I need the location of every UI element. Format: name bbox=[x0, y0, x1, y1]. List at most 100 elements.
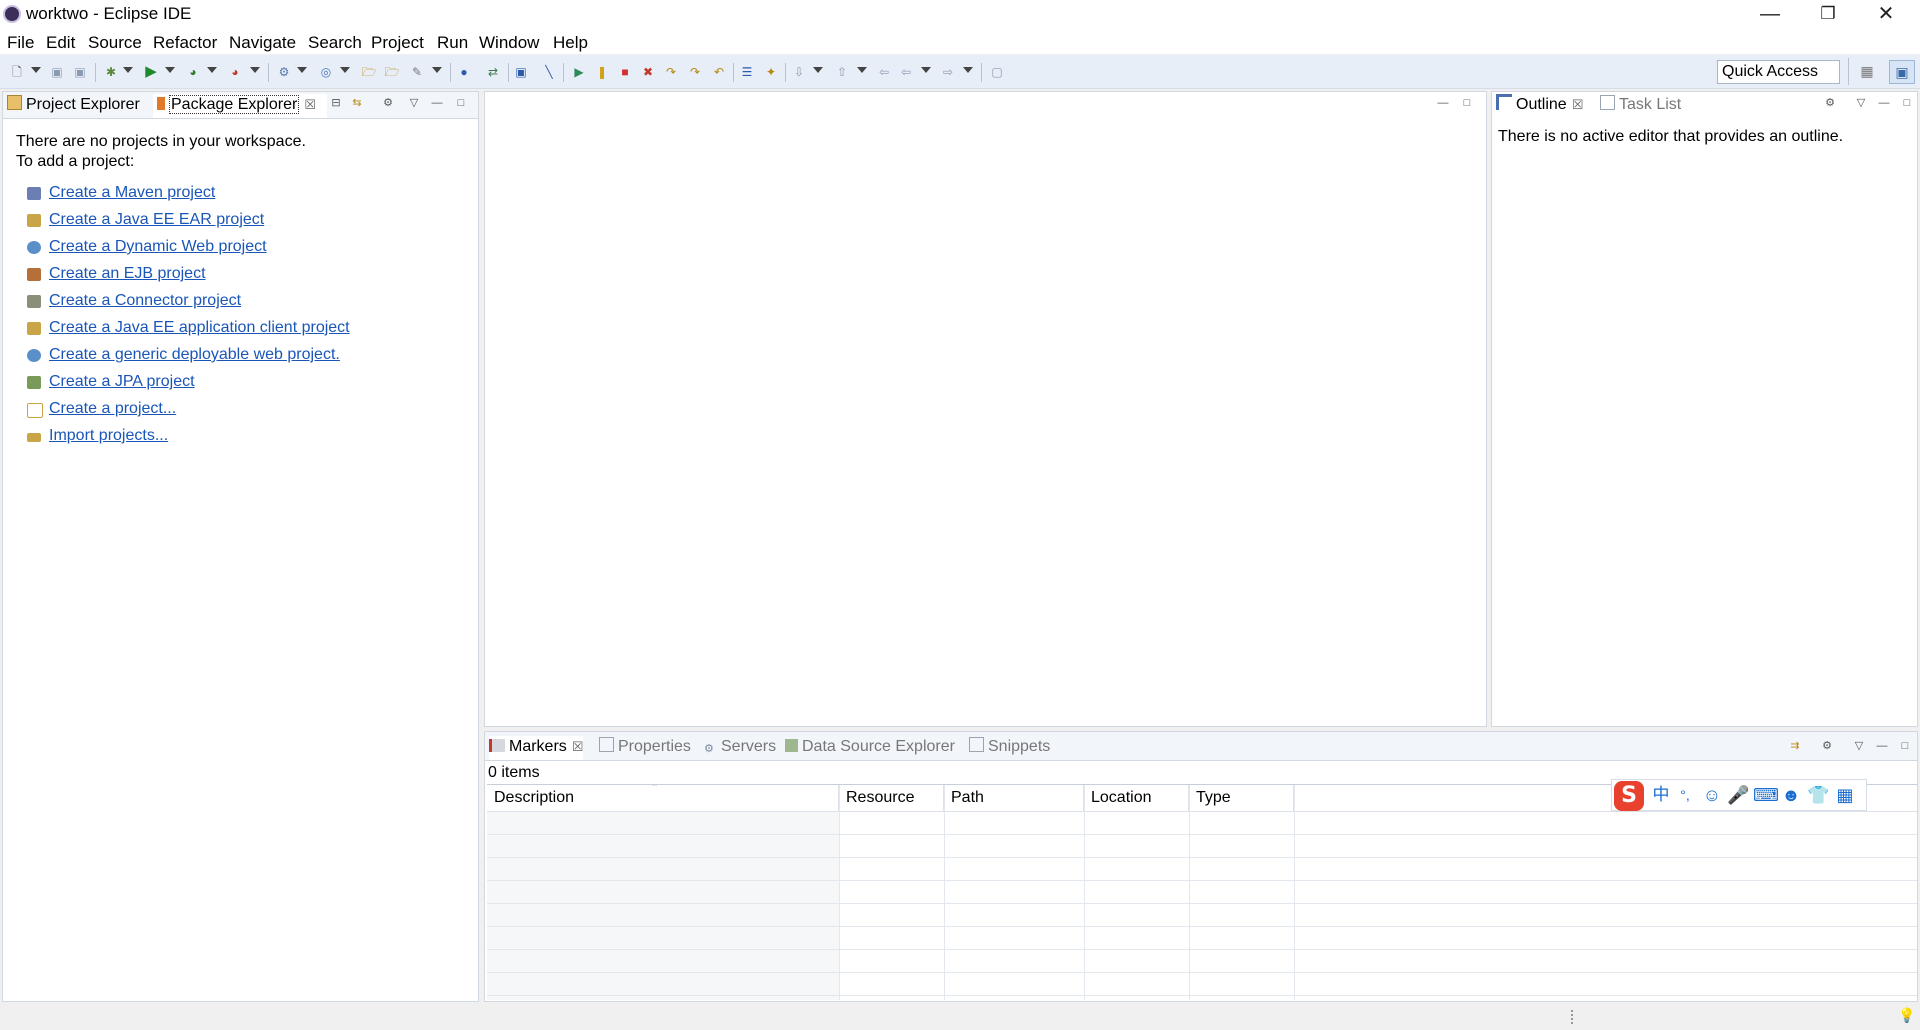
menu-search[interactable]: Search bbox=[308, 33, 362, 53]
step-return-icon[interactable]: ↶ bbox=[711, 64, 727, 80]
new-java-class-dropdown-icon[interactable] bbox=[340, 67, 350, 73]
view-menu-icon[interactable]: ▽ bbox=[1852, 739, 1866, 753]
next-annotation-dropdown-icon[interactable] bbox=[813, 67, 823, 73]
tab-task-list[interactable]: Task List bbox=[1600, 94, 1681, 118]
step-into-icon[interactable]: ↷ bbox=[663, 64, 679, 80]
link-with-editor-icon[interactable]: ⇆ bbox=[350, 96, 364, 110]
coverage-icon[interactable]: ◕ bbox=[185, 64, 201, 80]
focus-on-active-task-icon[interactable]: ⇉ bbox=[1788, 739, 1802, 753]
skin-icon[interactable]: 👕 bbox=[1807, 784, 1829, 806]
maximize-view-icon[interactable]: □ bbox=[454, 96, 468, 110]
resume-icon[interactable]: ▶ bbox=[571, 64, 587, 80]
pin-editor-icon[interactable]: ▢ bbox=[989, 64, 1005, 80]
new-server-icon[interactable]: ⚙ bbox=[276, 64, 292, 80]
quick-access-input[interactable]: Quick Access bbox=[1717, 60, 1840, 84]
menu-help[interactable]: Help bbox=[553, 33, 588, 53]
column-path[interactable]: Path bbox=[944, 785, 1084, 811]
coverage-dropdown-icon[interactable] bbox=[207, 67, 217, 73]
new-dropdown-icon[interactable] bbox=[31, 67, 41, 73]
save-icon[interactable]: ▣ bbox=[49, 64, 65, 80]
menu-source[interactable]: Source bbox=[88, 33, 142, 53]
next-annotation-icon[interactable]: ⇩ bbox=[791, 64, 807, 80]
tab-snippets[interactable]: Snippets bbox=[969, 736, 1050, 760]
menu-project[interactable]: Project bbox=[371, 33, 424, 53]
minimize-view-icon[interactable]: — bbox=[1877, 96, 1891, 110]
suspend-icon[interactable]: ❚ bbox=[594, 64, 610, 80]
microphone-icon[interactable]: 🎤 bbox=[1727, 784, 1749, 806]
previous-annotation-dropdown-icon[interactable] bbox=[857, 67, 867, 73]
open-type-icon[interactable]: 🗁 bbox=[361, 64, 377, 80]
open-perspective-icon[interactable]: ▦ bbox=[1858, 63, 1876, 81]
toggle-annotation-icon[interactable]: ☰ bbox=[739, 64, 755, 80]
menu-refactor[interactable]: Refactor bbox=[153, 33, 217, 53]
close-tab-icon[interactable]: ☒ bbox=[304, 94, 316, 116]
debug-dropdown-icon[interactable] bbox=[123, 67, 133, 73]
last-edit-location-icon[interactable]: ⇦ bbox=[876, 64, 892, 80]
step-over-icon[interactable]: ↷ bbox=[687, 64, 703, 80]
restore-button[interactable]: ❐ bbox=[1799, 0, 1857, 30]
back-dropdown-icon[interactable] bbox=[921, 67, 931, 73]
ime-language-toggle[interactable]: 中 bbox=[1650, 784, 1672, 806]
menu-window[interactable]: Window bbox=[479, 33, 539, 53]
browser-icon[interactable]: ● bbox=[456, 64, 472, 80]
forward-icon[interactable]: ⇨ bbox=[940, 64, 956, 80]
debug-icon[interactable]: ✱ bbox=[103, 64, 119, 80]
skip-breakpoints-icon[interactable]: ╲ bbox=[541, 64, 557, 80]
minimize-view-icon[interactable]: — bbox=[1875, 739, 1889, 753]
search-dropdown-icon[interactable] bbox=[432, 67, 442, 73]
tab-properties[interactable]: Properties bbox=[599, 736, 691, 760]
external-tools-dropdown-icon[interactable] bbox=[250, 67, 260, 73]
create-app-client-project-link[interactable]: Create a Java EE application client proj… bbox=[49, 319, 350, 337]
create-maven-project-link[interactable]: Create a Maven project bbox=[49, 184, 215, 202]
create-dynamic-web-project-link[interactable]: Create a Dynamic Web project bbox=[49, 238, 267, 256]
new-server-dropdown-icon[interactable] bbox=[297, 67, 307, 73]
outline-filter-icon[interactable]: ⚙ bbox=[1823, 96, 1837, 110]
create-ear-project-link[interactable]: Create a Java EE EAR project bbox=[49, 211, 264, 229]
menu-run[interactable]: Run bbox=[437, 33, 468, 53]
column-description[interactable]: Description bbox=[487, 785, 839, 811]
close-window-button[interactable]: ✕ bbox=[1857, 0, 1915, 30]
minimize-button[interactable]: — bbox=[1741, 0, 1799, 30]
keyboard-icon[interactable]: ⌨ bbox=[1753, 784, 1779, 806]
column-location[interactable]: Location bbox=[1084, 785, 1189, 811]
tab-outline[interactable]: Outline ☒ bbox=[1496, 94, 1584, 118]
close-tab-icon[interactable]: ☒ bbox=[572, 736, 584, 758]
create-connector-project-link[interactable]: Create a Connector project bbox=[49, 292, 241, 310]
forward-dropdown-icon[interactable] bbox=[963, 67, 973, 73]
column-type[interactable]: Type bbox=[1189, 785, 1294, 811]
emoji-icon[interactable]: ☺ bbox=[1701, 784, 1723, 806]
column-resource[interactable]: Resource bbox=[839, 785, 944, 811]
tab-markers[interactable]: Markers ☒ bbox=[489, 736, 584, 760]
view-menu-icon[interactable]: ▽ bbox=[407, 96, 421, 110]
create-project-link[interactable]: Create a project... bbox=[49, 400, 176, 418]
create-jpa-project-link[interactable]: Create a JPA project bbox=[49, 373, 195, 391]
save-all-icon[interactable]: ▣ bbox=[72, 64, 88, 80]
close-tab-icon[interactable]: ☒ bbox=[1572, 94, 1584, 116]
import-projects-link[interactable]: Import projects... bbox=[49, 427, 168, 445]
run-dropdown-icon[interactable] bbox=[165, 67, 175, 73]
run-icon[interactable]: ▶ bbox=[143, 64, 159, 80]
maximize-editor-icon[interactable]: □ bbox=[1460, 96, 1474, 110]
toolbox-icon[interactable]: ▦ bbox=[1834, 784, 1856, 806]
view-menu-icon[interactable]: ▽ bbox=[1854, 96, 1868, 110]
previous-annotation-icon[interactable]: ⇧ bbox=[834, 64, 850, 80]
ime-punctuation-toggle[interactable]: °, bbox=[1674, 784, 1696, 806]
console-icon[interactable]: ▣ bbox=[513, 64, 529, 80]
lightbulb-icon[interactable]: 💡 bbox=[1898, 1007, 1915, 1024]
tab-servers[interactable]: ⚙ Servers bbox=[704, 736, 776, 760]
tab-package-explorer[interactable]: Package Explorer ☒ bbox=[153, 94, 327, 118]
menu-edit[interactable]: Edit bbox=[46, 33, 75, 53]
search-icon[interactable]: ✎ bbox=[409, 64, 425, 80]
new-icon[interactable]: 🗋 bbox=[9, 64, 25, 80]
user-icon[interactable]: ☻ bbox=[1780, 784, 1802, 806]
tab-project-explorer[interactable]: Project Explorer bbox=[7, 94, 140, 118]
view-filter-icon[interactable]: ⚙ bbox=[381, 96, 395, 110]
java-ee-perspective-icon[interactable]: ▣ bbox=[1889, 60, 1915, 84]
minimize-view-icon[interactable]: — bbox=[430, 96, 444, 110]
terminate-icon[interactable]: ■ bbox=[617, 64, 633, 80]
back-icon[interactable]: ⇦ bbox=[898, 64, 914, 80]
minimize-editor-icon[interactable]: — bbox=[1436, 96, 1450, 110]
tab-data-source-explorer[interactable]: Data Source Explorer bbox=[785, 736, 955, 760]
menu-navigate[interactable]: Navigate bbox=[229, 33, 296, 53]
create-ejb-project-link[interactable]: Create an EJB project bbox=[49, 265, 206, 283]
